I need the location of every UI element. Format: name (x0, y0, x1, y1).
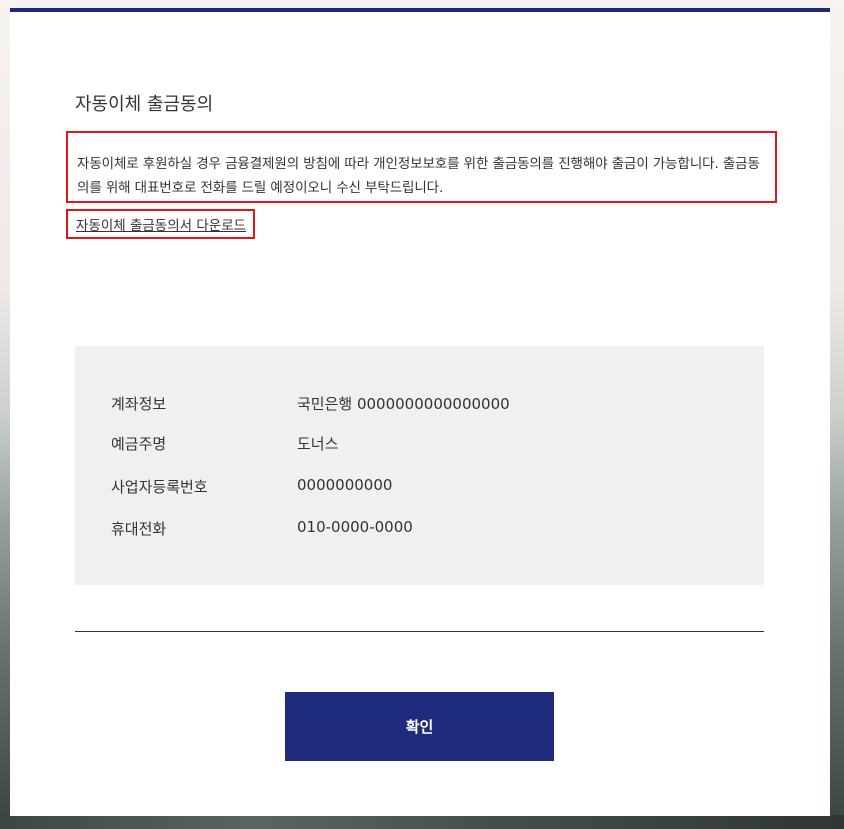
consent-form-download-link[interactable]: 자동이체 출금동의서 다운로드 (66, 209, 256, 239)
notice-text: 자동이체로 후원하실 경우 금융결제원의 방침에 따라 개인정보보호를 위한 출… (66, 131, 777, 203)
background-right-strip (830, 0, 844, 829)
account-info-panel: 계좌정보 국민은행 0000000000000000 예금주명 도너스 사업자등… (75, 346, 764, 585)
withdrawal-consent-modal: 자동이체 출금동의 자동이체로 후원하실 경우 금융결제원의 방침에 따라 개인… (10, 8, 830, 816)
info-value: 국민은행 0000000000000000 (297, 395, 510, 413)
info-value: 010-0000-0000 (297, 518, 413, 536)
modal-title: 자동이체 출금동의 (75, 94, 214, 115)
info-value: 0000000000 (297, 476, 393, 494)
info-label: 예금주명 (111, 435, 167, 453)
divider (75, 631, 764, 632)
info-label: 사업자등록번호 (111, 478, 208, 496)
background-bottom-strip (0, 815, 844, 829)
confirm-button[interactable]: 확인 (285, 692, 554, 761)
info-value: 도너스 (297, 435, 339, 453)
info-label: 휴대전화 (111, 520, 167, 538)
info-label: 계좌정보 (111, 395, 167, 413)
